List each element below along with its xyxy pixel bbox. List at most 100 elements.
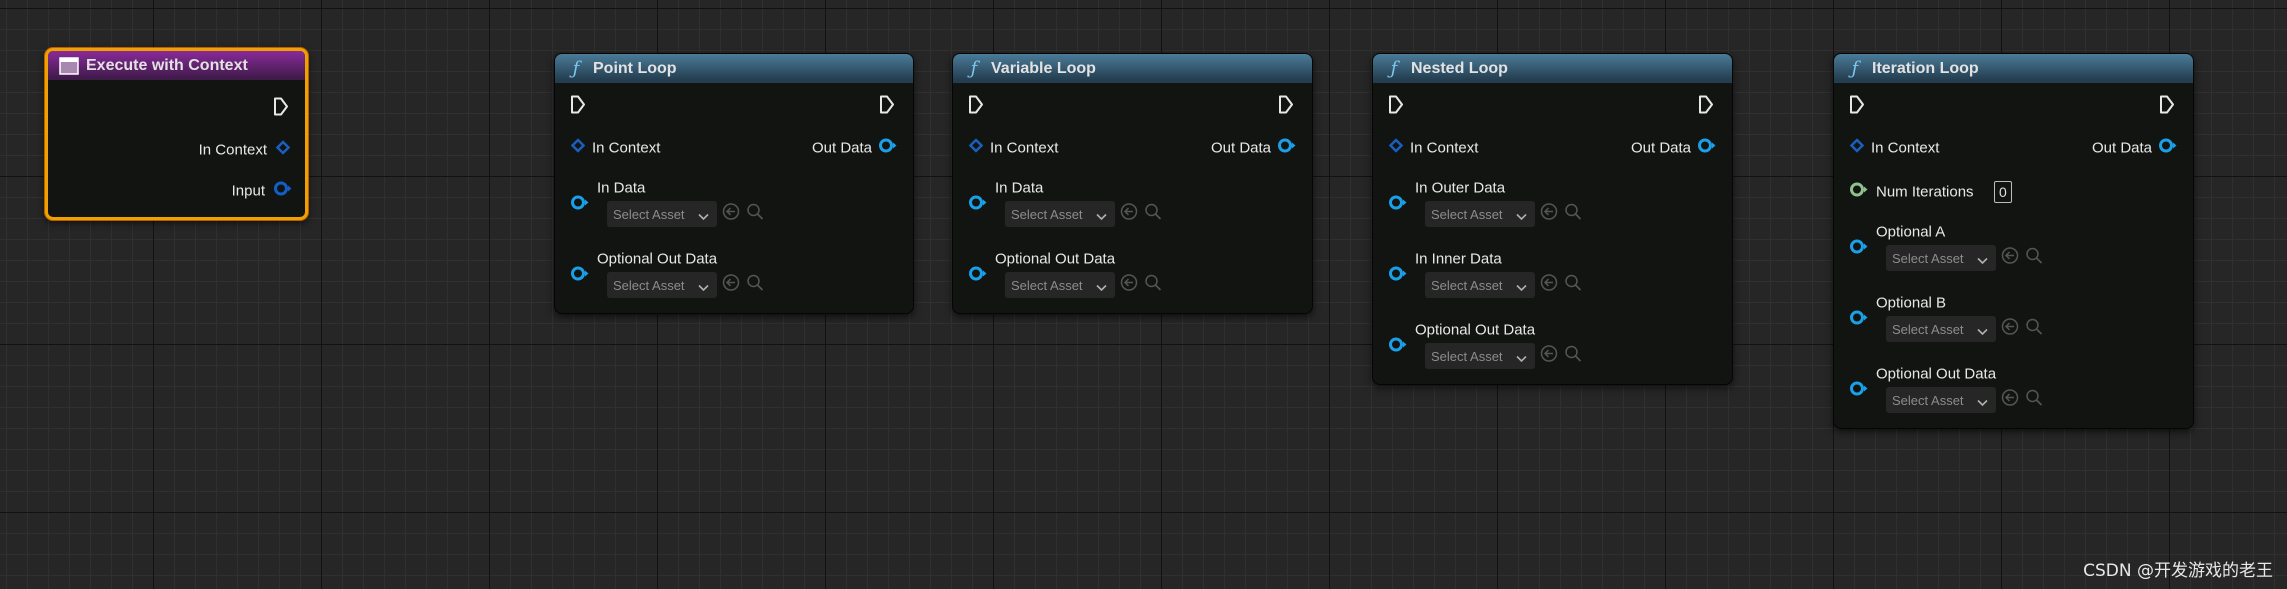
context-input-pin[interactable] [968,138,984,158]
asset-input-pin[interactable] [1388,337,1408,358]
exec-input-pin[interactable] [1849,95,1865,120]
exec-output-pin[interactable] [879,95,895,120]
select-asset-dropdown[interactable]: Select Asset [1886,387,1996,413]
asset-input-pin[interactable] [1388,266,1408,287]
in-context-label: In Context [1871,139,1940,157]
context-input-pin[interactable] [570,138,586,158]
browse-asset-icon[interactable] [1564,345,1582,368]
asset-input-pin[interactable] [968,266,988,287]
exec-input-pin[interactable] [570,95,586,120]
use-selected-asset-icon[interactable] [1120,203,1138,226]
select-asset-dropdown[interactable]: Select Asset [607,272,717,298]
node-header[interactable]: ƒ Nested Loop [1373,54,1732,83]
out-data-label: Out Data [2091,139,2152,157]
browse-asset-icon[interactable] [1564,203,1582,226]
out-data-pin[interactable] [878,138,898,159]
use-selected-asset-icon[interactable] [1540,345,1558,368]
exec-output-pin[interactable] [1278,95,1294,120]
num-iterations-input[interactable]: 0 [1994,181,2012,203]
integer-pin[interactable] [1849,182,1869,203]
select-asset-label: Select Asset [1431,348,1503,364]
out-data-label: Out Data [811,139,872,157]
param-label: In Outer Data [1415,179,1506,197]
out-data-label: Out Data [1630,139,1691,157]
use-selected-asset-icon[interactable] [722,274,740,297]
select-asset-dropdown[interactable]: Select Asset [1425,343,1535,369]
chevron-down-icon [1977,253,1988,268]
select-asset-dropdown[interactable]: Select Asset [1886,316,1996,342]
node-title: Iteration Loop [1872,59,1979,77]
data-pin[interactable] [273,181,293,202]
asset-input-pin[interactable] [1849,310,1869,331]
browse-asset-icon[interactable] [746,203,764,226]
node-iteration-loop[interactable]: ƒ Iteration Loop In Context Out Data Num Ite… [1833,53,2194,429]
browse-asset-icon[interactable] [1564,274,1582,297]
context-input-pin[interactable] [1388,138,1404,158]
watermark: CSDN @开发游戏的老王 [2083,561,2273,581]
asset-input-pin[interactable] [968,195,988,216]
select-asset-label: Select Asset [1431,277,1503,293]
use-selected-asset-icon[interactable] [2001,389,2019,412]
chevron-down-icon [1977,395,1988,410]
event-icon [58,56,80,75]
asset-input-pin[interactable] [570,266,590,287]
browse-asset-icon[interactable] [2025,389,2043,412]
out-data-pin[interactable] [2158,138,2178,159]
exec-output-pin[interactable] [273,97,289,122]
use-selected-asset-icon[interactable] [1540,274,1558,297]
context-input-pin[interactable] [1849,138,1865,158]
node-nested-loop[interactable]: ƒ Nested Loop In Context Out Data In Outer D… [1372,53,1733,385]
out-data-label: Out Data [1210,139,1271,157]
in-context-label: In Context [592,139,661,157]
select-asset-dropdown[interactable]: Select Asset [1005,272,1115,298]
select-asset-label: Select Asset [1892,321,1964,337]
use-selected-asset-icon[interactable] [722,203,740,226]
browse-asset-icon[interactable] [2025,247,2043,270]
node-header[interactable]: ƒ Variable Loop [953,54,1312,83]
out-data-pin[interactable] [1277,138,1297,159]
param-label: Optional A [1876,223,1946,241]
node-title: Variable Loop [991,59,1096,77]
asset-input-pin[interactable] [1388,195,1408,216]
use-selected-asset-icon[interactable] [2001,247,2019,270]
asset-input-pin[interactable] [1849,239,1869,260]
param-label: In Data [995,179,1044,197]
browse-asset-icon[interactable] [746,274,764,297]
select-asset-label: Select Asset [613,277,685,293]
node-execute-with-context[interactable]: Execute with Context In Context Input [45,48,308,220]
asset-input-pin[interactable] [1849,381,1869,402]
node-variable-loop[interactable]: ƒ Variable Loop In Context Out Data In Data S… [952,53,1313,314]
select-asset-dropdown[interactable]: Select Asset [607,201,717,227]
param-label: Optional Out Data [1415,321,1536,339]
node-header[interactable]: Execute with Context [48,51,305,80]
browse-asset-icon[interactable] [1144,274,1162,297]
select-asset-dropdown[interactable]: Select Asset [1425,201,1535,227]
use-selected-asset-icon[interactable] [2001,318,2019,341]
exec-output-pin[interactable] [2159,95,2175,120]
node-header[interactable]: ƒ Point Loop [555,54,913,83]
node-title: Point Loop [593,59,677,77]
select-asset-dropdown[interactable]: Select Asset [1886,245,1996,271]
use-selected-asset-icon[interactable] [1540,203,1558,226]
select-asset-dropdown[interactable]: Select Asset [1425,272,1535,298]
exec-input-pin[interactable] [1388,95,1404,120]
out-data-pin[interactable] [1697,138,1717,159]
asset-input-pin[interactable] [570,195,590,216]
node-point-loop[interactable]: ƒ Point Loop In Context Out Data In Data Sele… [554,53,914,314]
context-pin[interactable] [275,140,291,160]
exec-input-pin[interactable] [968,95,984,120]
browse-asset-icon[interactable] [1144,203,1162,226]
use-selected-asset-icon[interactable] [1120,274,1138,297]
select-asset-dropdown[interactable]: Select Asset [1005,201,1115,227]
select-asset-label: Select Asset [1011,277,1083,293]
browse-asset-icon[interactable] [2025,318,2043,341]
chevron-down-icon [1096,280,1107,295]
chevron-down-icon [1516,280,1527,295]
node-header[interactable]: ƒ Iteration Loop [1834,54,2193,83]
chevron-down-icon [698,280,709,295]
select-asset-label: Select Asset [1011,206,1083,222]
exec-output-pin[interactable] [1698,95,1714,120]
chevron-down-icon [698,209,709,224]
chevron-down-icon [1977,324,1988,339]
select-asset-label: Select Asset [1892,392,1964,408]
